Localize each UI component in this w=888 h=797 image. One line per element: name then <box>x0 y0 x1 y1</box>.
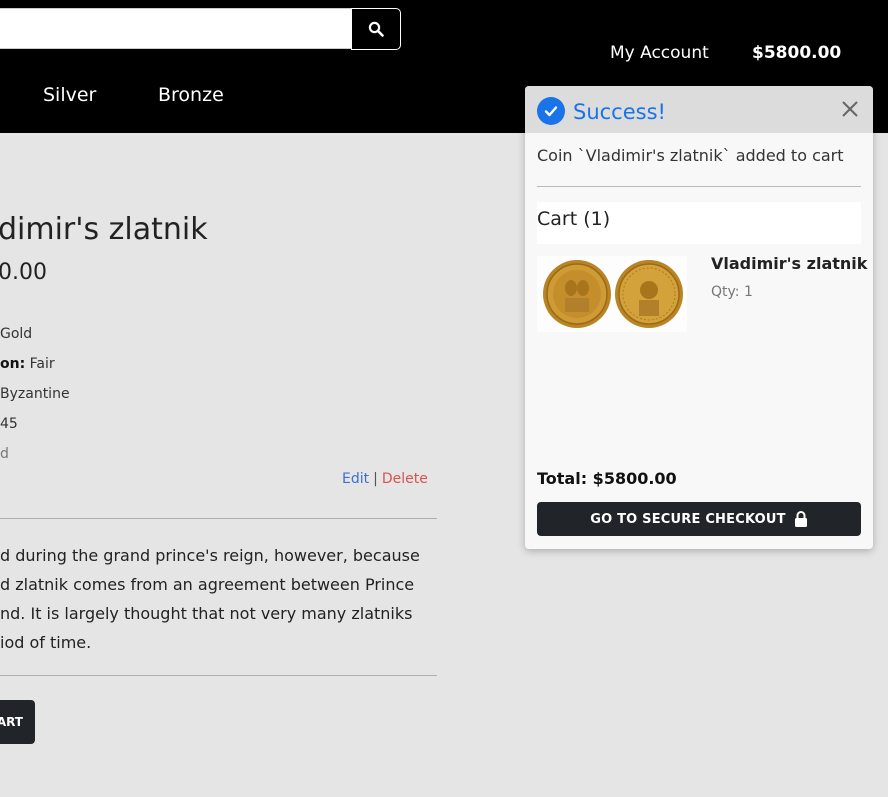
link-separator: | <box>373 471 378 487</box>
search-icon <box>368 21 384 37</box>
checkout-label: GO TO SECURE CHECKOUT <box>590 511 786 527</box>
close-icon[interactable] <box>839 98 861 120</box>
popup-title: Success! <box>573 100 666 124</box>
description-line: d zlatnik comes from an agreement betwee… <box>0 575 415 594</box>
divider <box>0 518 437 519</box>
coin-image <box>537 256 687 332</box>
divider <box>0 675 437 676</box>
delete-link[interactable]: Delete <box>382 471 428 487</box>
attribute-value: Gold <box>0 326 33 342</box>
attribute-value: d <box>0 446 9 462</box>
nav-item-silver[interactable]: Silver <box>43 84 96 106</box>
attribute-extra: d <box>0 446 9 462</box>
attribute-condition: on: Fair <box>0 356 55 372</box>
edit-delete-links: Edit | Delete <box>342 471 428 487</box>
product-description: d during the grand prince's reign, howev… <box>0 541 445 657</box>
cart-item-qty: Qty: 1 <box>711 284 753 300</box>
secure-checkout-button[interactable]: GO TO SECURE CHECKOUT <box>537 502 861 536</box>
search-button[interactable] <box>351 8 401 50</box>
check-circle-icon <box>537 97 565 125</box>
cart-item-name[interactable]: Vladimir's zlatnik <box>711 254 867 273</box>
cart-total-link[interactable]: $5800.00 <box>752 43 841 63</box>
attribute-label: on: <box>0 356 26 372</box>
cart-header: Cart (1) <box>537 202 861 244</box>
my-account-link[interactable]: My Account <box>610 43 709 63</box>
attribute-value: Byzantine <box>0 386 70 402</box>
attribute-value: Fair <box>25 356 55 372</box>
attribute-metal: Gold <box>0 326 32 342</box>
add-to-cart-button[interactable]: ART <box>0 700 35 744</box>
popup-header: Success! <box>525 86 873 133</box>
popup-divider <box>537 186 861 187</box>
product-price: 0.00 <box>0 260 47 285</box>
product-title: dimir's zlatnik <box>0 212 208 247</box>
cart-total: Total: $5800.00 <box>537 469 677 488</box>
search-input[interactable] <box>0 8 352 49</box>
edit-link[interactable]: Edit <box>342 471 369 487</box>
attribute-year: 45 <box>0 416 18 432</box>
popup-message: Coin `Vladimir's zlatnik` added to cart <box>537 146 844 165</box>
lock-icon <box>794 511 807 527</box>
cart-popup: Success! Coin `Vladimir's zlatnik` added… <box>525 86 873 549</box>
description-line: iod of time. <box>0 633 92 652</box>
attribute-origin: Byzantine <box>0 386 70 402</box>
nav-item-bronze[interactable]: Bronze <box>158 84 224 106</box>
attribute-value: 45 <box>0 416 18 432</box>
description-line: nd. It is largely thought that not very … <box>0 604 413 623</box>
description-line: d during the grand prince's reign, howev… <box>0 546 420 565</box>
